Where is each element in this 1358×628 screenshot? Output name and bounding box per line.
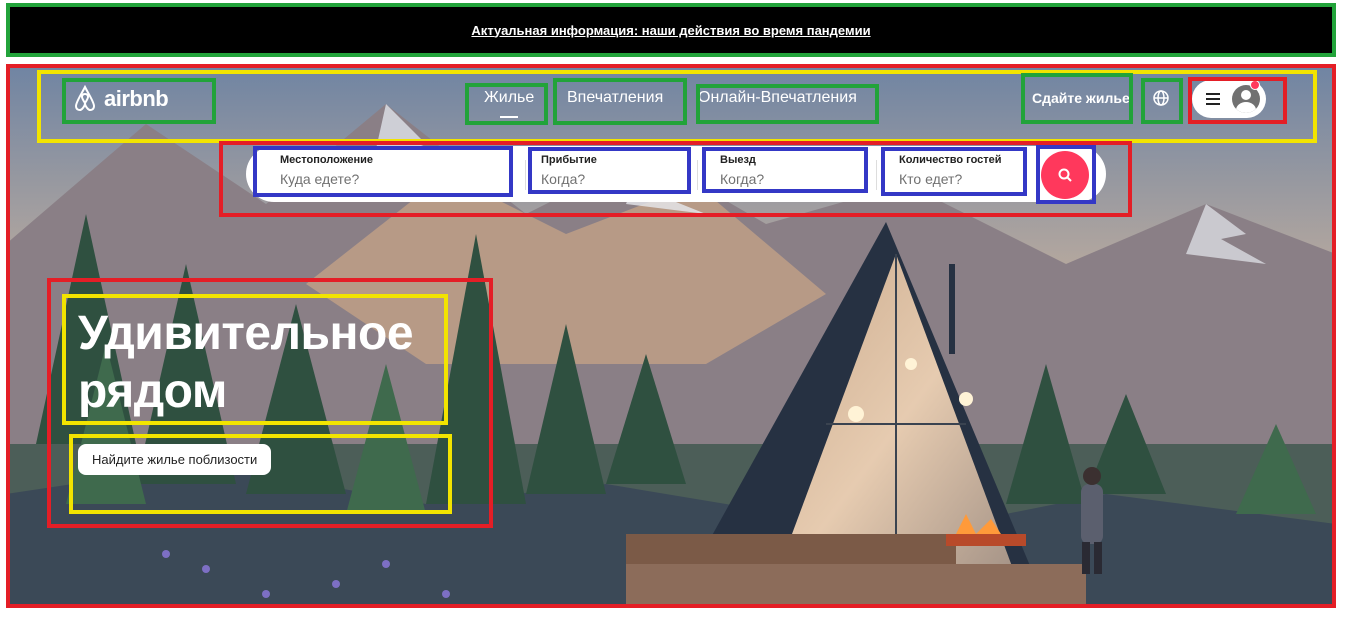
- globe-icon[interactable]: [1151, 88, 1171, 108]
- location-label: Местоположение: [280, 154, 374, 166]
- location-placeholder: Куда едете?: [280, 171, 360, 187]
- hero-title: Удивительное рядом: [78, 307, 414, 418]
- guests-placeholder: Кто едет?: [899, 171, 963, 187]
- notification-dot: [1250, 80, 1260, 90]
- location-field[interactable]: Местоположение Куда едете?: [280, 154, 373, 187]
- guests-field[interactable]: Количество гостей Кто едет?: [899, 154, 1002, 187]
- checkin-field[interactable]: Прибытие Когда?: [541, 154, 597, 187]
- search-button[interactable]: [1041, 151, 1089, 199]
- search-icon: [1058, 168, 1072, 182]
- checkin-label: Прибытие: [541, 154, 597, 166]
- airbnb-logo[interactable]: airbnb: [72, 84, 169, 114]
- airbnb-logo-icon: [74, 85, 96, 111]
- checkin-placeholder: Когда?: [541, 171, 586, 187]
- pandemic-info-link[interactable]: Актуальная информация: наши действия во …: [471, 23, 870, 38]
- divider: [697, 160, 698, 190]
- checkout-field[interactable]: Выезд Когда?: [720, 154, 764, 187]
- tab-stays[interactable]: Жилье: [484, 89, 534, 118]
- checkout-label: Выезд: [720, 154, 756, 166]
- checkout-placeholder: Когда?: [720, 171, 765, 187]
- guests-label: Количество гостей: [899, 154, 1002, 166]
- become-host-link[interactable]: Сдайте жилье: [1032, 90, 1130, 106]
- tab-online-experiences[interactable]: Онлайн-Впечатления: [698, 89, 857, 107]
- divider: [876, 160, 877, 190]
- logo-text: airbnb: [104, 86, 169, 111]
- divider: [525, 160, 526, 190]
- pandemic-banner: Актуальная информация: наши действия во …: [6, 3, 1336, 57]
- menu-icon: [1206, 93, 1220, 105]
- tab-experiences[interactable]: Впечатления: [567, 89, 663, 107]
- find-nearby-button[interactable]: Найдите жилье поблизости: [78, 444, 272, 475]
